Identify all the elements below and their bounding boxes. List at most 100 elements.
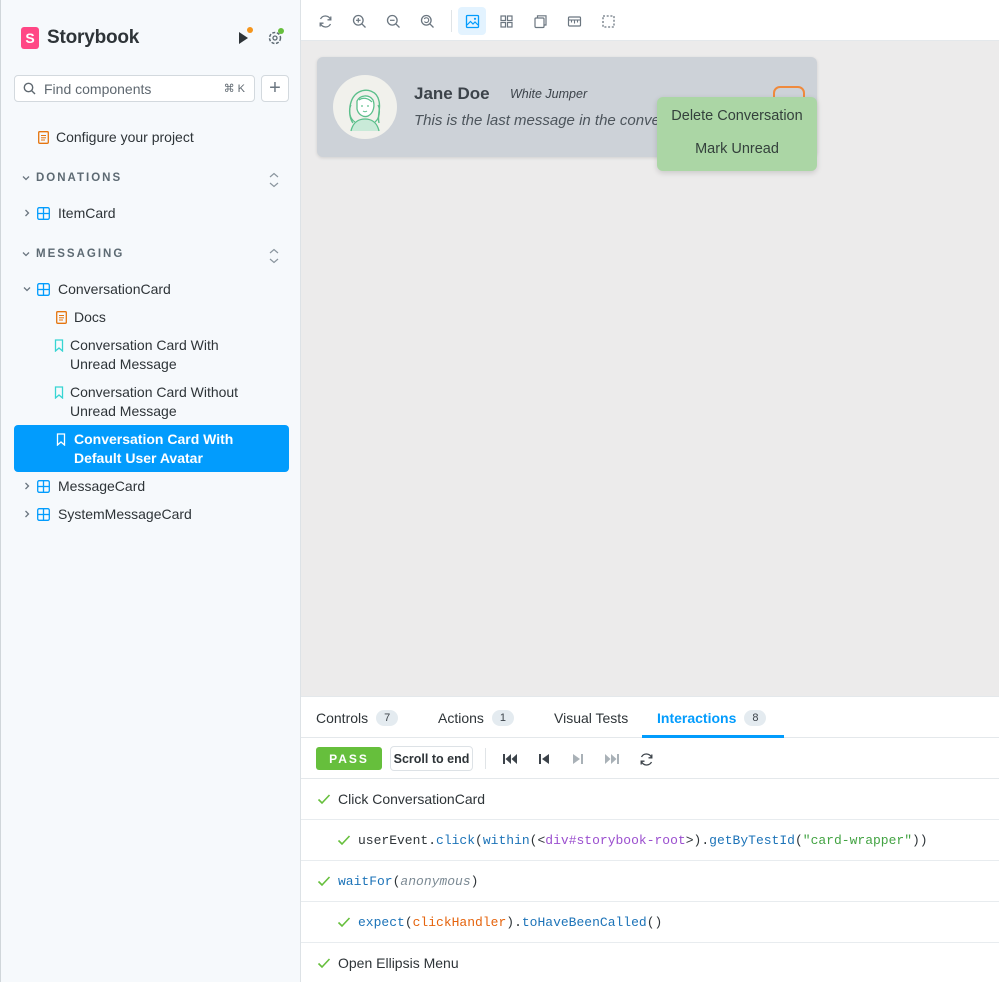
zoom-reset-icon[interactable] [413, 7, 441, 35]
grid-icon[interactable] [492, 7, 520, 35]
ellipsis-dropdown-menu: Delete Conversation Mark Unread [657, 97, 817, 171]
expand-collapse-icon[interactable] [267, 171, 281, 189]
outline-icon[interactable] [594, 7, 622, 35]
search-box[interactable]: ⌘ K [14, 75, 255, 102]
background-icon[interactable] [458, 7, 486, 35]
tab-count-badge: 1 [491, 709, 515, 726]
check-icon [336, 832, 352, 848]
add-button[interactable]: + [261, 75, 289, 102]
viewport-icon[interactable] [526, 7, 554, 35]
tab-count-badge: 7 [376, 709, 399, 726]
interaction-step[interactable]: waitFor(anonymous) [301, 861, 999, 902]
item-tag: White Jumper [510, 87, 588, 101]
sidebar-item-docs[interactable]: Docs [54, 308, 106, 327]
preview-canvas: Jane Doe White Jumper This is the last m… [301, 41, 999, 696]
component-icon [36, 507, 50, 521]
component-icon [36, 479, 50, 493]
tab-label: Actions [438, 709, 484, 726]
bookmark-icon [54, 432, 68, 446]
tab-count-badge: 8 [744, 709, 767, 726]
storybook-brand[interactable]: S Storybook [21, 26, 139, 50]
tab-label: Controls [316, 709, 369, 726]
expand-collapse-icon[interactable] [267, 247, 281, 265]
step-label: Open Ellipsis Menu [338, 955, 459, 971]
default-avatar-icon [333, 75, 397, 139]
interactions-controls: PASS Scroll to end [301, 738, 999, 779]
step-forward-icon[interactable] [568, 749, 588, 769]
item-label: Conversation Card With Unread Message [70, 337, 219, 372]
sidebar: S Storybook ⌘ K + Configure your project… [0, 0, 301, 982]
section-messaging[interactable]: MESSAGING [21, 248, 124, 260]
mark-unread-item[interactable]: Mark Unread [657, 141, 817, 157]
item-label: ItemCard [58, 205, 116, 221]
tab-label: Interactions [657, 709, 737, 726]
interaction-step[interactable]: Open Ellipsis Menu [301, 943, 999, 982]
settings-icon[interactable] [265, 28, 285, 48]
delete-conversation-item[interactable]: Delete Conversation [657, 108, 817, 124]
check-icon [316, 791, 332, 807]
section-donations[interactable]: DONATIONS [21, 172, 122, 184]
chevron-down-icon [20, 282, 34, 296]
remount-icon[interactable] [311, 7, 339, 35]
chevron-down-icon [22, 176, 30, 181]
status-dot [278, 28, 284, 34]
sidebar-item-conversationcard[interactable]: ConversationCard [20, 280, 171, 299]
section-title: MESSAGING [36, 248, 125, 260]
sidebar-item-story-no-unread[interactable]: Conversation Card Without Unread Message [54, 383, 254, 421]
item-label: Docs [74, 309, 106, 325]
addons-panel: Controls 7 Actions 1 Visual Tests Intera… [301, 696, 999, 982]
interaction-step[interactable]: Click ConversationCard [301, 779, 999, 820]
toolbar-divider [451, 10, 452, 32]
step-code: userEvent.click(within(<div#storybook-ro… [358, 832, 928, 848]
item-label: Conversation Card With Default User Avat… [74, 431, 234, 466]
zoom-in-icon[interactable] [345, 7, 373, 35]
configure-label: Configure your project [56, 129, 194, 145]
interaction-step[interactable]: expect(clickHandler).toHaveBeenCalled() [301, 902, 999, 943]
item-label: SystemMessageCard [58, 506, 192, 522]
tab-controls[interactable]: Controls 7 [316, 697, 399, 738]
configure-project-link[interactable]: Configure your project [36, 128, 194, 147]
tab-label: Visual Tests [554, 709, 629, 726]
step-code: expect(clickHandler).toHaveBeenCalled() [358, 914, 663, 930]
status-badge: PASS [316, 747, 382, 770]
rerun-icon[interactable] [636, 749, 656, 769]
component-icon [36, 206, 50, 220]
step-back-icon[interactable] [534, 749, 554, 769]
sidebar-item-itemcard[interactable]: ItemCard [20, 204, 116, 223]
sidebar-item-systemmessagecard[interactable]: SystemMessageCard [20, 505, 192, 524]
notification-dot [247, 27, 253, 33]
go-to-start-icon[interactable] [500, 749, 520, 769]
document-icon [36, 130, 50, 144]
go-to-end-icon[interactable] [602, 749, 622, 769]
tab-actions[interactable]: Actions 1 [438, 697, 515, 738]
sidebar-item-story-default-avatar[interactable]: Conversation Card With Default User Avat… [14, 425, 289, 472]
search-input[interactable] [44, 80, 214, 97]
storybook-logo-icon: S [21, 27, 39, 49]
chevron-right-icon [20, 507, 34, 521]
interaction-step[interactable]: userEvent.click(within(<div#storybook-ro… [301, 820, 999, 861]
bookmark-icon [54, 385, 64, 399]
item-label: Conversation Card Without Unread Message [70, 384, 239, 419]
section-title: DONATIONS [36, 172, 123, 184]
scroll-to-end-button[interactable]: Scroll to end [390, 746, 473, 771]
document-icon [54, 310, 68, 324]
sidebar-item-messagecard[interactable]: MessageCard [20, 477, 145, 496]
ruler-icon[interactable] [560, 7, 588, 35]
contact-name: Jane Doe [414, 84, 490, 103]
brand-name: Storybook [47, 27, 140, 48]
play-icon[interactable] [233, 27, 253, 48]
step-label: Click ConversationCard [338, 791, 486, 807]
item-label: MessageCard [58, 478, 146, 494]
sidebar-item-story-unread[interactable]: Conversation Card With Unread Message [54, 336, 244, 374]
chevron-down-icon [22, 252, 30, 257]
check-icon [316, 955, 332, 971]
bookmark-icon [54, 338, 64, 352]
check-icon [336, 914, 352, 930]
controls-divider [485, 748, 486, 769]
item-label: ConversationCard [58, 281, 171, 297]
chevron-right-icon [20, 479, 34, 493]
zoom-out-icon[interactable] [379, 7, 407, 35]
tab-interactions[interactable]: Interactions 8 [657, 697, 767, 738]
plus-icon: + [269, 77, 281, 99]
tab-visual-tests[interactable]: Visual Tests [554, 697, 628, 738]
